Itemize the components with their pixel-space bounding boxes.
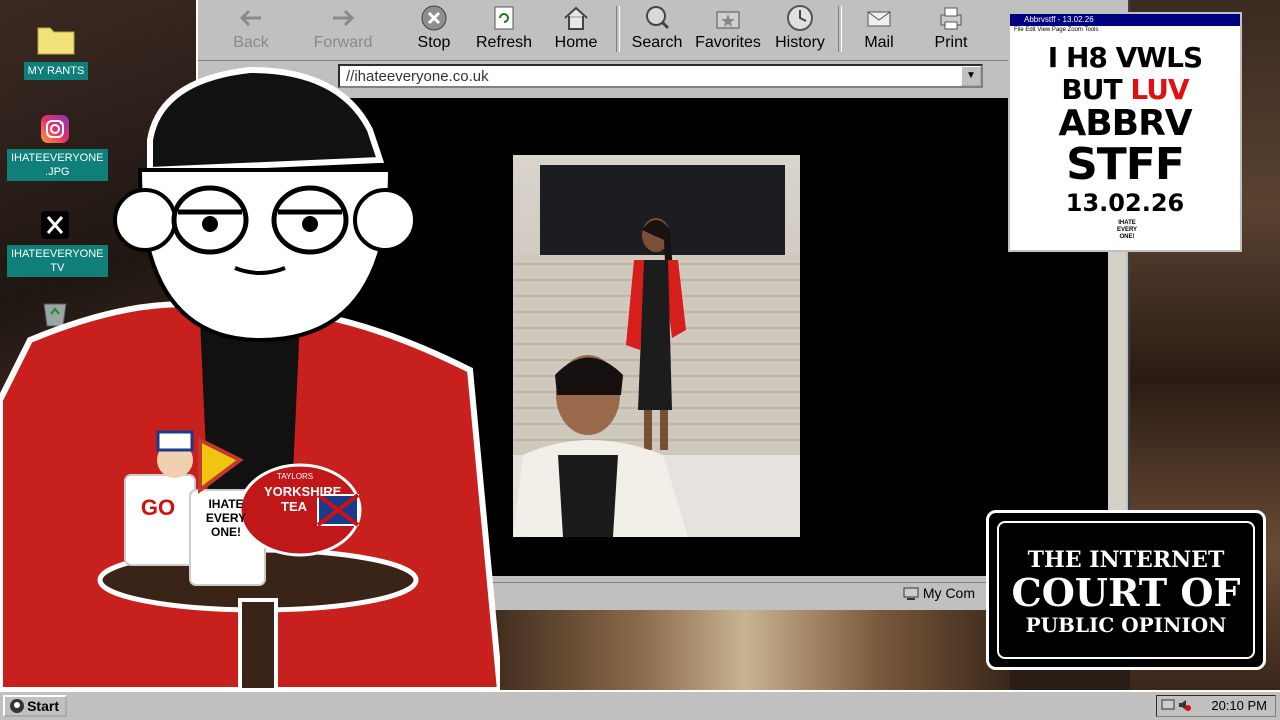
system-tray: 20:10 PM [1156, 695, 1276, 717]
cartoon-character-illustration [0, 66, 500, 690]
poster-line-4: STFF [1066, 139, 1185, 190]
popup-poster: I H8 VWLS BUT LUV ABBRV STFF 13.02.26 [1010, 42, 1240, 218]
start-button[interactable]: Start [3, 695, 67, 717]
forward-arrow-icon [333, 9, 355, 27]
taskbar: Start 20:10 PM [0, 690, 1280, 720]
popup-title-bar[interactable]: Abbrvstff - 13.02.26 [1010, 14, 1240, 26]
internet-court-badge: THE INTERNET COURT OF PUBLIC OPINION [986, 510, 1266, 670]
search-button[interactable]: Search [624, 4, 690, 56]
stop-icon [421, 5, 447, 31]
toolbar-separator [838, 6, 842, 52]
refresh-icon [494, 6, 514, 30]
network-icon[interactable] [1161, 698, 1175, 718]
teapot-label: YORKSHIRE TEA [264, 484, 342, 514]
poster-line-2: BUT LUV [1061, 73, 1189, 106]
back-arrow-icon [239, 9, 261, 27]
address-dropdown-button[interactable]: ▼ [961, 66, 981, 86]
home-button[interactable]: Home [543, 4, 609, 56]
ihateeveryone-mug-text: IHATE EVERY ONE! [205, 497, 247, 539]
favorites-icon [716, 11, 740, 29]
mail-icon [867, 11, 891, 27]
print-button[interactable]: Print [918, 4, 984, 56]
taskbar-clock[interactable]: 20:10 PM [1211, 696, 1267, 716]
video-foreground-woman [513, 355, 688, 537]
badge-line-3: PUBLIC OPINION [1025, 613, 1227, 637]
history-icon [787, 5, 813, 31]
poster-line-1: I H8 VWLS [1047, 41, 1203, 74]
computer-icon [903, 587, 919, 601]
mail-button[interactable]: Mail [846, 4, 912, 56]
start-label: Start [27, 698, 59, 714]
video-player[interactable] [513, 155, 800, 537]
desktop-background-bottom [480, 605, 1010, 690]
favorites-button[interactable]: Favorites [695, 4, 761, 56]
badge-line-2: COURT OF [1011, 570, 1241, 615]
print-icon [940, 7, 962, 30]
start-logo-icon [10, 699, 24, 713]
poster-line-3: ABBRV [1058, 103, 1192, 144]
status-zone-label: My Com [922, 585, 976, 601]
abbrvstff-popup-window[interactable]: Abbrvstff - 13.02.26 File Edit View Page… [1008, 12, 1242, 252]
popup-menu-bar[interactable]: File Edit View Page Zoom Tools [1014, 27, 1099, 33]
volume-icon[interactable] [1177, 698, 1191, 718]
mug-text: GO [140, 495, 176, 520]
poster-logo: IHATE EVERY ONE! [1116, 220, 1138, 240]
home-icon [564, 6, 588, 30]
teapot-brand: TAYLORS [276, 472, 314, 481]
search-icon [646, 6, 670, 30]
poster-date: 13.02.26 [1065, 189, 1185, 217]
toolbar-separator [616, 6, 620, 52]
history-button[interactable]: History [767, 4, 833, 56]
